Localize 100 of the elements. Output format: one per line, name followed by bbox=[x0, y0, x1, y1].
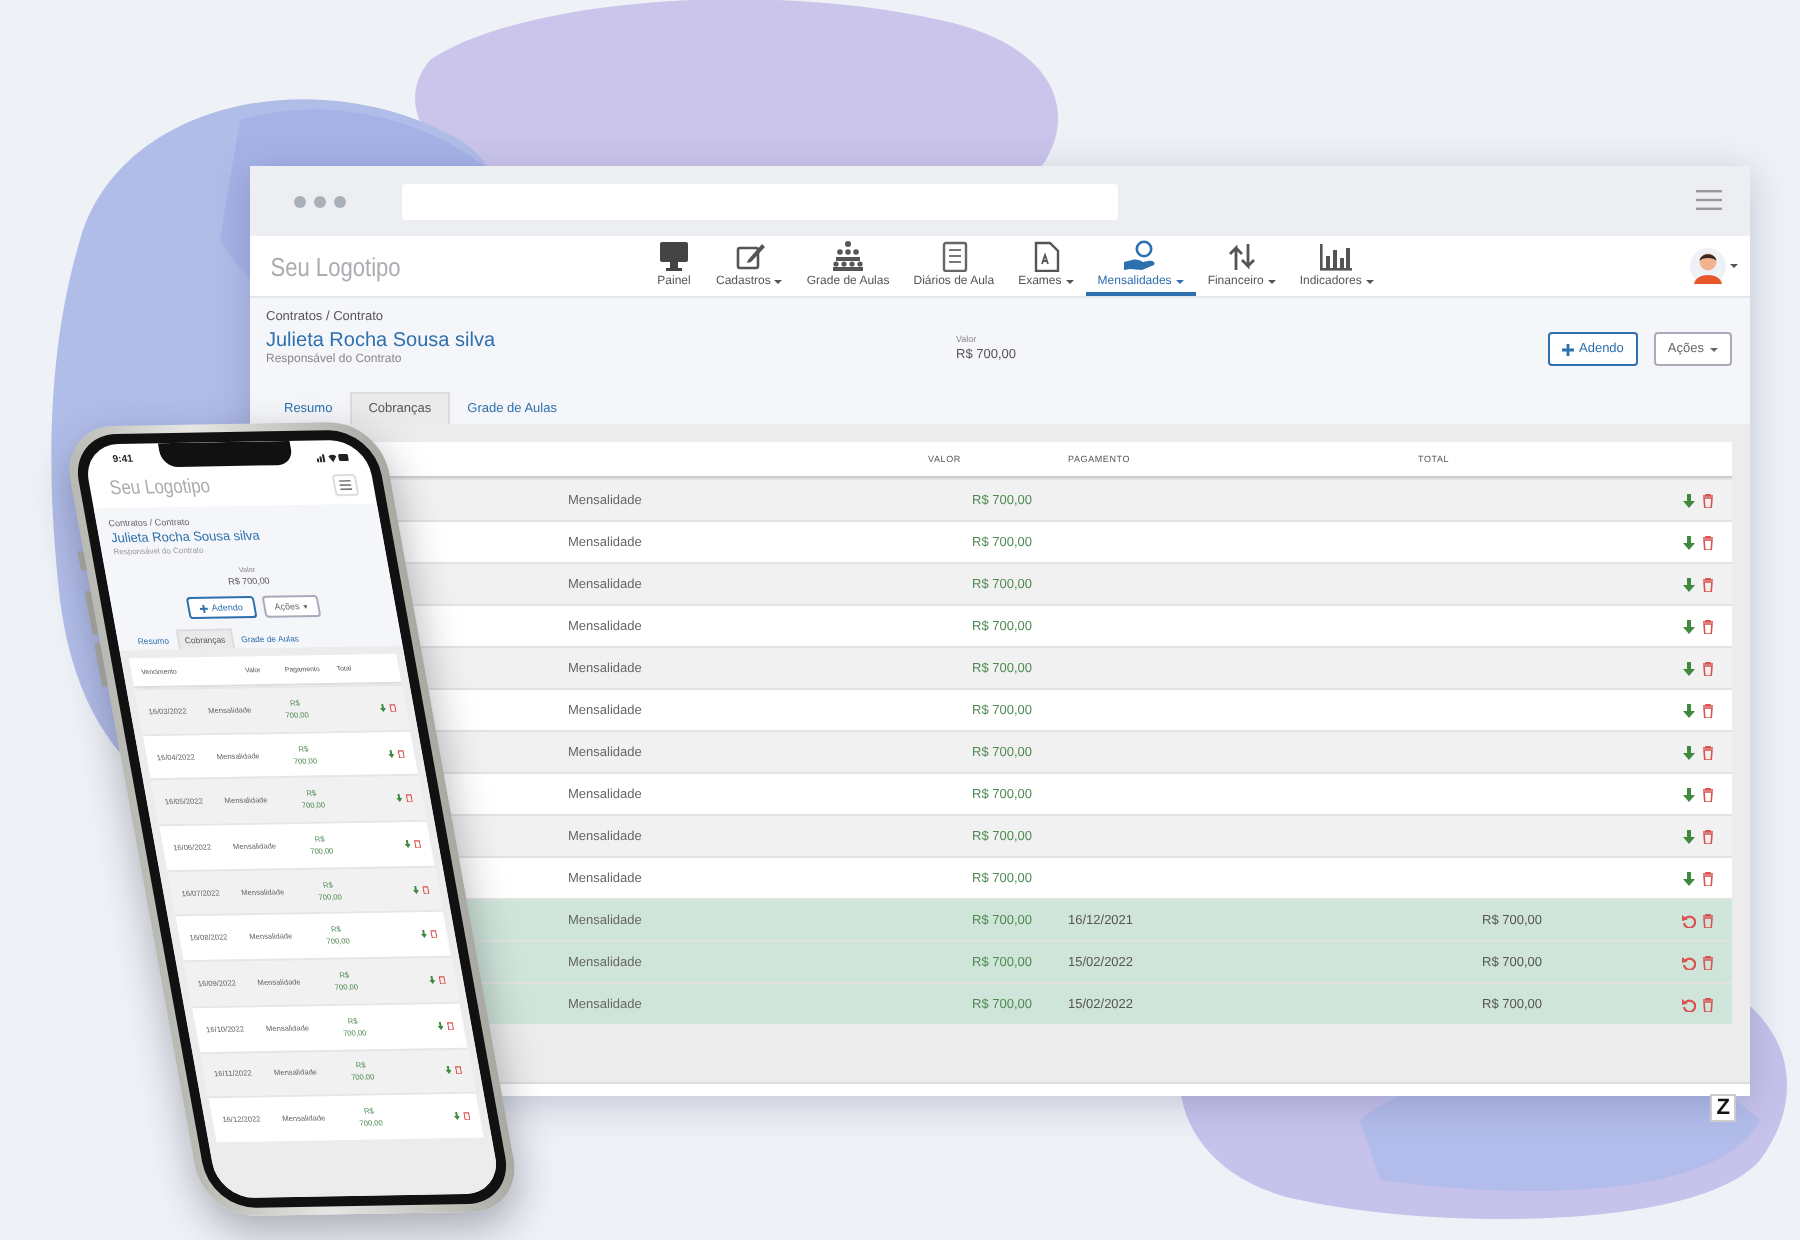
arrow-down-icon bbox=[1682, 745, 1696, 759]
trash-icon bbox=[438, 975, 446, 984]
arrow-down-icon bbox=[444, 1066, 453, 1075]
arrow-down-icon bbox=[453, 1112, 461, 1121]
menu-icon bbox=[1696, 189, 1722, 209]
download-button[interactable] bbox=[1682, 535, 1696, 549]
delete-button[interactable] bbox=[1702, 703, 1714, 717]
download-button[interactable] bbox=[1682, 703, 1696, 717]
download-button[interactable] bbox=[1682, 871, 1696, 885]
arrow-down-icon bbox=[1682, 829, 1696, 843]
arrow-down-icon bbox=[1682, 577, 1696, 591]
bar-chart-icon bbox=[1318, 240, 1355, 272]
logo: Seu Logotipo bbox=[108, 476, 213, 501]
contract-title: Julieta Rocha Sousa silva bbox=[266, 330, 498, 352]
delete-button[interactable] bbox=[1702, 913, 1714, 927]
arrow-down-icon bbox=[1682, 535, 1696, 549]
trash-icon bbox=[1702, 535, 1714, 549]
arrow-down-icon bbox=[387, 749, 395, 758]
download-button[interactable] bbox=[1682, 619, 1696, 633]
caret-icon bbox=[774, 280, 783, 284]
footer-logo: Z bbox=[1710, 1093, 1736, 1121]
delete-button[interactable] bbox=[1702, 787, 1714, 801]
logo: Seu Logotipo bbox=[268, 251, 403, 281]
arrow-down-icon bbox=[1682, 871, 1696, 885]
trash-icon bbox=[1702, 913, 1714, 927]
undo-button[interactable] bbox=[1682, 955, 1696, 969]
window-dot bbox=[294, 195, 306, 207]
plus-icon bbox=[1561, 343, 1573, 355]
download-button[interactable] bbox=[1682, 661, 1696, 675]
trash-icon bbox=[1702, 493, 1714, 507]
trash-icon bbox=[413, 839, 422, 848]
trash-icon bbox=[1702, 871, 1714, 885]
undo-icon bbox=[1682, 997, 1696, 1011]
hand-coin-icon bbox=[1122, 240, 1159, 272]
caret-icon bbox=[1710, 347, 1718, 351]
menu-icon bbox=[338, 479, 353, 491]
undo-icon bbox=[1682, 913, 1696, 927]
delete-button[interactable] bbox=[1702, 661, 1714, 675]
download-button[interactable] bbox=[1682, 577, 1696, 591]
trash-icon bbox=[389, 703, 397, 712]
trash-icon bbox=[422, 885, 430, 894]
phone-notch bbox=[157, 440, 294, 468]
arrow-down-icon bbox=[403, 839, 412, 848]
caret-icon bbox=[1365, 280, 1374, 284]
trash-icon bbox=[463, 1111, 471, 1120]
delete-button[interactable] bbox=[1702, 955, 1714, 969]
monitor-icon bbox=[656, 240, 692, 272]
people-grid-icon bbox=[830, 240, 867, 272]
arrow-down-icon bbox=[1682, 619, 1696, 633]
download-button[interactable] bbox=[1682, 745, 1696, 759]
caret-icon bbox=[1065, 280, 1074, 284]
download-button[interactable] bbox=[1682, 829, 1696, 843]
arrow-down-icon bbox=[428, 975, 436, 985]
delete-button[interactable] bbox=[1702, 493, 1714, 507]
trash-icon bbox=[1702, 997, 1714, 1011]
arrow-down-icon bbox=[1682, 493, 1696, 507]
arrow-down-icon bbox=[379, 703, 387, 712]
delete-button[interactable] bbox=[1702, 829, 1714, 843]
arrow-down-icon bbox=[395, 794, 403, 803]
edit-icon bbox=[731, 240, 768, 272]
trash-icon bbox=[1702, 661, 1714, 675]
download-button[interactable] bbox=[1682, 493, 1696, 507]
caret-icon bbox=[1267, 280, 1276, 284]
delete-button[interactable] bbox=[1702, 997, 1714, 1011]
trash-icon bbox=[446, 1021, 455, 1030]
menu-button[interactable] bbox=[331, 473, 360, 497]
trash-icon bbox=[454, 1066, 463, 1075]
download-button[interactable] bbox=[1682, 787, 1696, 801]
arrow-down-icon bbox=[1682, 787, 1696, 801]
delete-button[interactable] bbox=[1702, 619, 1714, 633]
window-dot bbox=[334, 195, 346, 207]
trash-icon bbox=[1702, 703, 1714, 717]
status-icons-icon bbox=[315, 450, 350, 462]
trash-icon bbox=[430, 930, 438, 939]
arrow-down-icon bbox=[1682, 703, 1696, 717]
delete-button[interactable] bbox=[1702, 535, 1714, 549]
arrow-down-icon bbox=[412, 885, 420, 894]
trash-icon bbox=[1702, 745, 1714, 759]
trash-icon bbox=[1702, 829, 1714, 843]
plus-icon bbox=[199, 603, 209, 612]
trash-icon bbox=[1702, 619, 1714, 633]
delete-button[interactable] bbox=[1702, 577, 1714, 591]
arrow-down-icon bbox=[1682, 661, 1696, 675]
caret-icon bbox=[1730, 264, 1738, 268]
arrow-down-icon bbox=[436, 1021, 445, 1030]
undo-icon bbox=[1682, 955, 1696, 969]
caret-icon bbox=[303, 604, 308, 609]
delete-button[interactable] bbox=[1702, 871, 1714, 885]
window-dot bbox=[314, 195, 326, 207]
trash-icon bbox=[397, 748, 405, 757]
undo-button[interactable] bbox=[1682, 913, 1696, 927]
arrow-down-icon bbox=[420, 930, 428, 939]
trash-icon bbox=[405, 794, 413, 803]
trash-icon bbox=[1702, 577, 1714, 591]
avatar-icon bbox=[1690, 248, 1726, 284]
trash-icon bbox=[1702, 955, 1714, 969]
caret-icon bbox=[1175, 280, 1184, 284]
delete-button[interactable] bbox=[1702, 745, 1714, 759]
trash-icon bbox=[1702, 787, 1714, 801]
undo-button[interactable] bbox=[1682, 997, 1696, 1011]
